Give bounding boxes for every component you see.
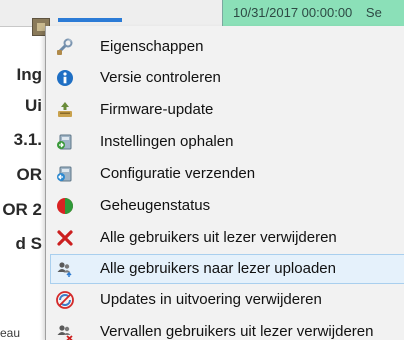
menu-item-label: Alle gebruikers uit lezer verwijderen xyxy=(100,229,337,246)
grid-cell-label: d S xyxy=(15,234,42,253)
firmware-update-icon xyxy=(58,102,72,117)
menu-item-alle-gebruikers-uploaden[interactable]: Alle gebruikers naar lezer uploaden xyxy=(50,254,404,284)
menu-item-alle-gebruikers-verwijderen[interactable]: Alle gebruikers uit lezer verwijderen xyxy=(50,223,404,253)
fetch-settings-icon xyxy=(57,134,72,150)
menu-item-versie-controleren[interactable]: Versie controleren xyxy=(50,63,404,93)
menu-item-label: Eigenschappen xyxy=(100,38,204,55)
menu-item-label: Versie controleren xyxy=(100,69,221,86)
menu-item-label: Updates in uitvoering verwijderen xyxy=(100,291,322,308)
delete-x-icon xyxy=(57,230,73,246)
menu-item-label: Configuratie verzenden xyxy=(100,165,256,182)
no-updates-icon xyxy=(56,291,74,309)
menu-item-label: Geheugenstatus xyxy=(100,197,211,214)
upload-users-icon xyxy=(57,262,72,277)
grid-cell-label: 3.1. xyxy=(13,130,42,149)
grid-cell-label: OR 2 xyxy=(2,200,42,219)
background-bottom-text: eau xyxy=(0,326,21,340)
grid-cell-label: Ui xyxy=(25,96,42,115)
menu-item-instellingen-ophalen[interactable]: Instellingen ophalen xyxy=(50,127,404,157)
grid-cell-label: OR xyxy=(16,165,43,184)
menu-item-geheugenstatus[interactable]: Geheugenstatus xyxy=(50,191,404,221)
menu-item-label: Vervallen gebruikers uit lezer verwijder… xyxy=(100,323,374,340)
memory-pie-icon xyxy=(57,198,73,214)
menu-item-label: Alle gebruikers naar lezer uploaden xyxy=(100,260,336,277)
menu-item-label: Instellingen ophalen xyxy=(100,133,234,150)
datetime-extra: Se xyxy=(365,5,382,20)
datetime-text: 10/31/2017 00:00:00 xyxy=(233,5,353,20)
send-config-icon xyxy=(57,166,72,182)
menu-item-label: Firmware-update xyxy=(100,101,214,118)
wrench-icon xyxy=(57,38,73,55)
menu-item-configuratie-verzenden[interactable]: Configuratie verzenden xyxy=(50,159,404,189)
menu-item-eigenschappen[interactable]: Eigenschappen xyxy=(50,32,404,62)
context-menu: Eigenschappen Versie controleren Firmwar… xyxy=(45,26,404,340)
selection-strip xyxy=(58,18,122,22)
screen: 10/31/2017 00:00:00 Se Ing Ui 3.1. OR OR… xyxy=(0,0,404,340)
grid-cell-label: Ing xyxy=(16,65,43,84)
expired-users-icon xyxy=(57,325,73,340)
datetime-cell[interactable]: 10/31/2017 00:00:00 Se xyxy=(222,0,404,26)
menu-item-updates-verwijderen[interactable]: Updates in uitvoering verwijderen xyxy=(50,285,404,315)
info-icon xyxy=(57,70,73,86)
menu-item-vervallen-gebruikers-verwijderen[interactable]: Vervallen gebruikers uit lezer verwijder… xyxy=(50,317,404,340)
menu-item-firmware-update[interactable]: Firmware-update xyxy=(50,95,404,125)
